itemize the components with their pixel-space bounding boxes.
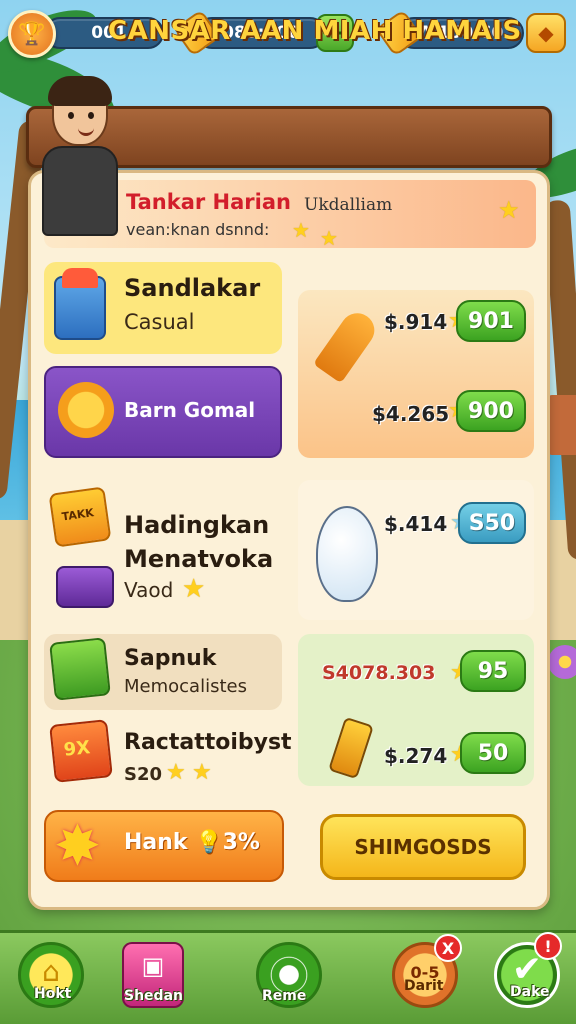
star-icon: ★ (182, 574, 206, 604)
nav-shop-label: Shedan (124, 988, 183, 1004)
burst-icon: ✸ (54, 814, 101, 879)
offer-price: $.914 (384, 310, 448, 334)
nav-game-label: Reme (262, 988, 307, 1004)
shop-button[interactable]: SHIMGOSDS (320, 814, 526, 880)
item-subtitle: Casual (124, 310, 195, 334)
item-subtitle: S20 (124, 764, 163, 785)
game-cartridge-icon (49, 637, 111, 701)
house-icon: ⌂ (42, 955, 60, 988)
fire-card-text: 9X (62, 737, 92, 761)
hank-bonus-label: Hank 💡3% (124, 830, 260, 855)
gamepad-icon: ▣ (141, 952, 165, 980)
star-icon: ★ (166, 760, 186, 785)
hut (548, 395, 576, 455)
flower (548, 645, 576, 679)
item-title: Barn Gomal (124, 398, 256, 422)
daily-offer-title: Tankar Harian (126, 190, 291, 214)
notification-badge: ! (534, 932, 562, 960)
gem-shop-button[interactable]: ◆ (526, 13, 566, 53)
offer-price: $.274 (384, 744, 448, 768)
offer-price: $.414 (384, 512, 448, 536)
sparkle-star-icon: ★ (498, 196, 520, 224)
notification-badge: X (434, 934, 462, 962)
trophy-icon: 🏆 (18, 21, 46, 47)
sun-mascot-icon (58, 382, 114, 438)
egg-icon (316, 506, 378, 602)
fire-card-icon: 9X (49, 719, 113, 783)
offer-price: S4078.303 (322, 662, 436, 684)
item-subtitle: Vaod (124, 578, 174, 602)
banner-title: CANSAR AAN MIAH HAMAIS (108, 16, 522, 46)
item-subtitle: Memocalistes (124, 676, 247, 697)
character-body (42, 146, 118, 236)
star-icon: ★ (320, 226, 338, 250)
star-icon: ★ (292, 218, 310, 242)
item-title: Sandlakar (124, 274, 261, 302)
item-title: Hadingkan Menatvoka (124, 511, 274, 573)
radio-icon (56, 566, 114, 608)
offer-price: $4.265 (372, 402, 450, 426)
buy-button[interactable]: 95 (460, 650, 526, 692)
daily-offer-description: vean:knan dsnnd: (126, 220, 270, 239)
buy-button[interactable]: 50 (460, 732, 526, 774)
character-hair (48, 76, 112, 106)
box-icon: TAKK (48, 486, 112, 548)
item-title: Ractattoibyst (124, 730, 292, 755)
flame-icon (62, 268, 98, 288)
item-title: Sapnuk (124, 646, 217, 671)
diamond-icon: ◆ (538, 21, 554, 45)
nav-home-label: Hokt (34, 986, 72, 1002)
buy-button[interactable]: 901 (456, 300, 526, 342)
nav-done-label: Dake (510, 984, 550, 1000)
box-icon-text: TAKK (60, 506, 95, 524)
mascot-character (40, 76, 120, 236)
nav-daily-label: Darit (404, 978, 444, 994)
character-eye (88, 112, 94, 119)
character-mouth (78, 128, 94, 136)
buy-button[interactable]: S50 (458, 502, 526, 544)
profile-avatar[interactable]: 🏆 (8, 10, 56, 58)
character-eye (68, 112, 74, 119)
star-icon: ★ (192, 760, 212, 785)
daily-offer-subtitle: Ukdalliam (304, 195, 393, 215)
buy-button[interactable]: 900 (456, 390, 526, 432)
